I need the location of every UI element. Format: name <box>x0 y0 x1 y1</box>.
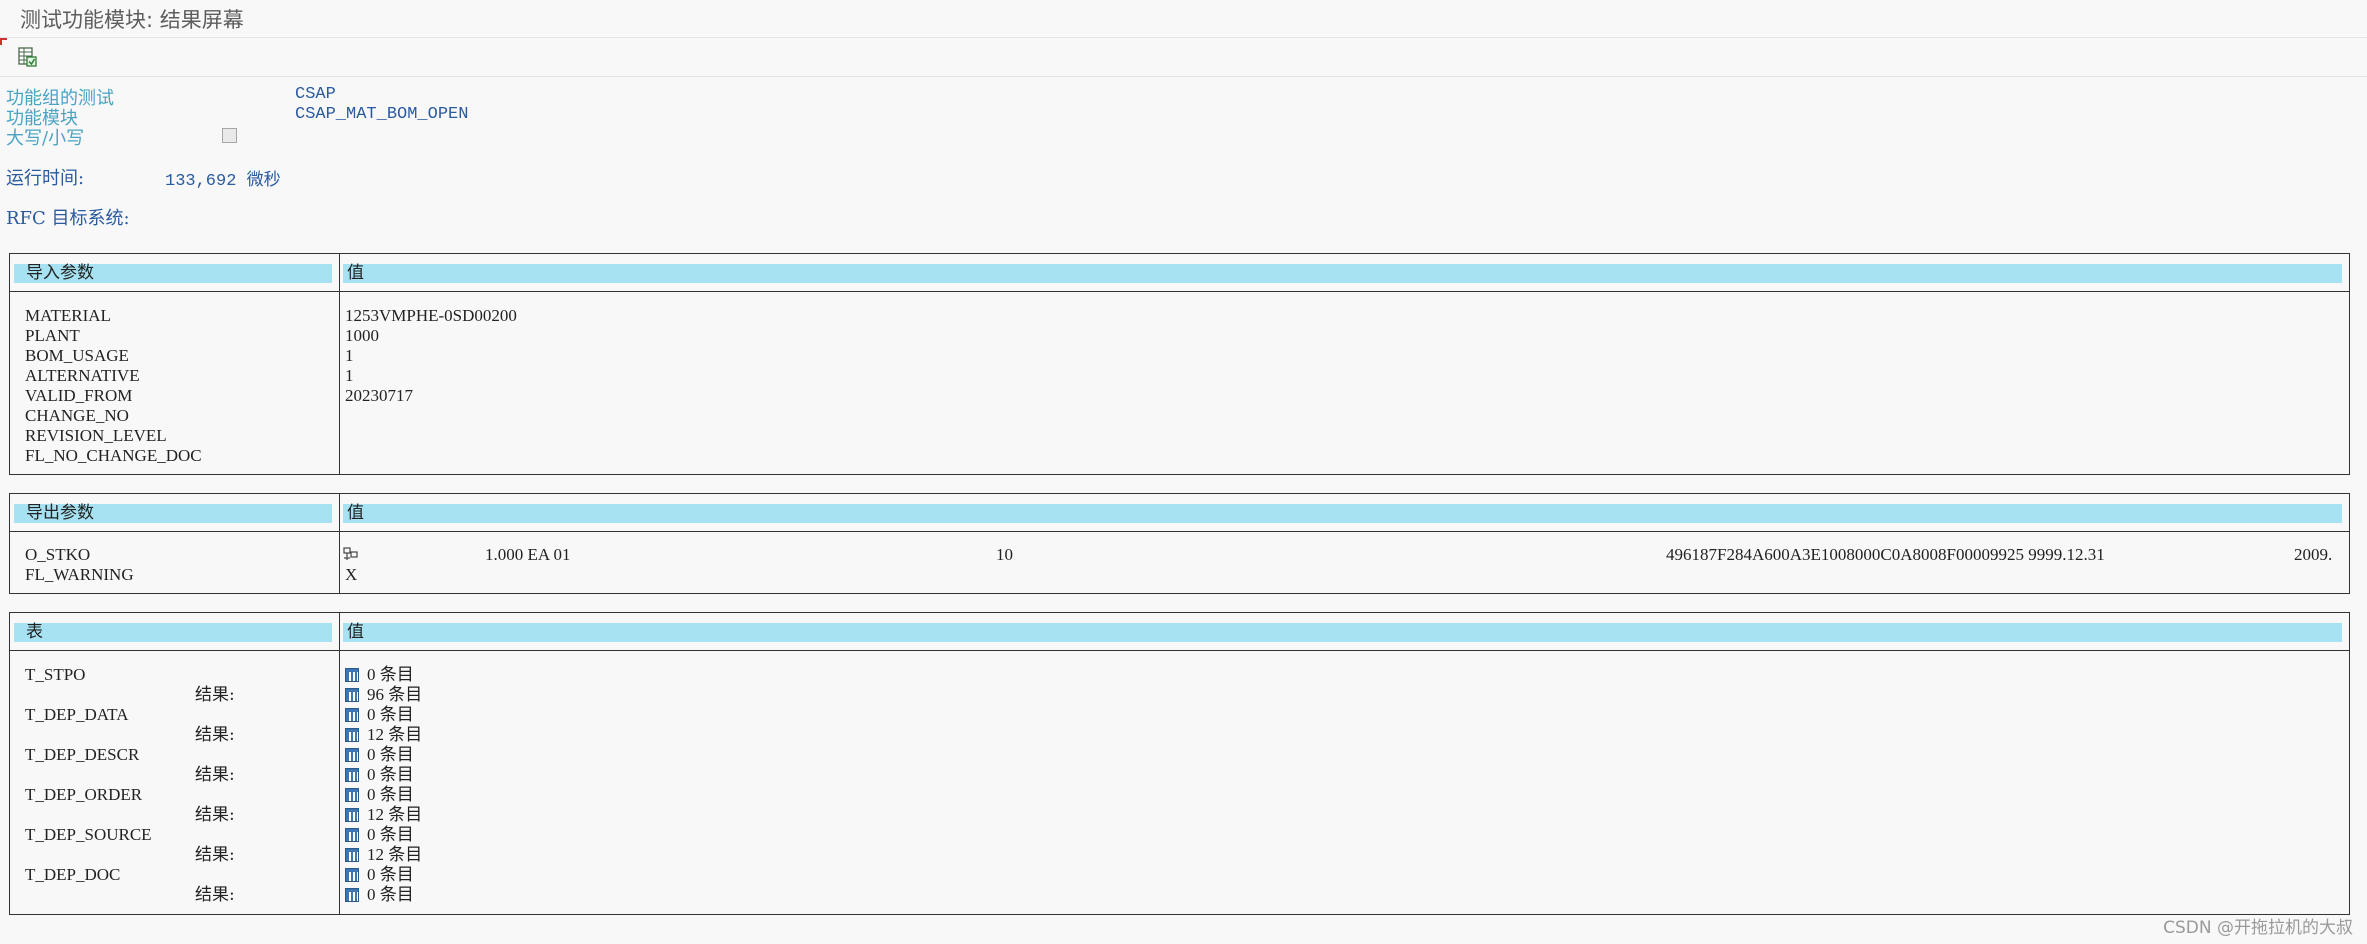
param-name: ALTERNATIVE <box>25 366 140 385</box>
table-entry-after[interactable]: 12 条目 <box>345 725 422 745</box>
param-name: PLANT <box>25 326 80 345</box>
table-icon[interactable] <box>345 728 359 742</box>
table-entry-before[interactable]: 0 条目 <box>345 865 414 885</box>
table-icon[interactable] <box>345 748 359 762</box>
corner-marker <box>0 38 7 45</box>
spreadsheet-view-icon[interactable] <box>16 46 38 68</box>
case-sensitivity-label: 大写/小写 <box>6 128 85 149</box>
toolbar <box>0 38 2367 77</box>
table-entry-after[interactable]: 12 条目 <box>345 805 422 825</box>
entry-count: 0 条目 <box>367 885 414 904</box>
param-value[interactable]: 1 <box>345 366 354 386</box>
result-label: 结果: <box>195 845 235 865</box>
export-params-header-label: 导出参数 <box>14 504 332 523</box>
result-label: 结果: <box>195 725 235 745</box>
table-entry-after[interactable]: 0 条目 <box>345 885 414 905</box>
entry-count: 12 条目 <box>367 725 423 744</box>
structure-icon[interactable] <box>343 546 359 562</box>
table-icon[interactable] <box>345 768 359 782</box>
export-params-header: 导出参数 值 <box>10 494 2349 532</box>
stko-value-qty[interactable]: 1.000 EA 01 <box>485 545 570 565</box>
function-module-value: CSAP_MAT_BOM_OPEN <box>295 105 469 124</box>
table-entry-before[interactable]: 0 条目 <box>345 705 414 725</box>
rfc-target-label: RFC 目标系统: <box>6 208 130 229</box>
stko-value-date[interactable]: 2009. <box>2294 545 2332 565</box>
entry-count: 0 条目 <box>367 865 414 884</box>
param-value[interactable]: 20230717 <box>345 386 413 406</box>
runtime-label: 运行时间: <box>6 168 85 189</box>
entry-count: 12 条目 <box>367 845 423 864</box>
import-params-value-header: 值 <box>343 264 2342 283</box>
param-name: BOM_USAGE <box>25 346 129 365</box>
param-name: FL_WARNING <box>25 565 134 584</box>
export-params-value-header: 值 <box>343 504 2342 523</box>
param-value[interactable]: 1253VMPHE-0SD00200 <box>345 306 517 326</box>
entry-count: 12 条目 <box>367 805 423 824</box>
column-divider <box>339 613 340 914</box>
result-label: 结果: <box>195 805 235 825</box>
param-name: VALID_FROM <box>25 386 133 405</box>
table-name: T_DEP_DOC <box>25 865 121 884</box>
table-entry-before[interactable]: 0 条目 <box>345 665 414 685</box>
table-icon[interactable] <box>345 848 359 862</box>
table-name: T_DEP_SOURCE <box>25 825 152 844</box>
stko-value-guid[interactable]: 496187F284A600A3E1008000C0A8008F00009925… <box>1666 545 2105 565</box>
export-params-panel: 导出参数 值 O_STKO 1.000 EA 01 10 496187F284A… <box>9 493 2350 594</box>
tables-header: 表 值 <box>10 613 2349 651</box>
table-entry-before[interactable]: 0 条目 <box>345 745 414 765</box>
watermark: CSDN @开拖拉机的大叔 <box>2163 918 2353 938</box>
result-label: 结果: <box>195 765 235 785</box>
table-icon[interactable] <box>345 888 359 902</box>
table-entry-after[interactable]: 96 条目 <box>345 685 422 705</box>
table-icon[interactable] <box>345 688 359 702</box>
table-name: T_STPO <box>25 665 86 684</box>
result-label: 结果: <box>195 685 235 705</box>
table-icon[interactable] <box>345 808 359 822</box>
column-divider <box>339 494 340 593</box>
param-name: REVISION_LEVEL <box>25 426 167 445</box>
table-icon[interactable] <box>345 828 359 842</box>
table-icon[interactable] <box>345 788 359 802</box>
table-name: T_DEP_DESCR <box>25 745 140 764</box>
table-icon[interactable] <box>345 868 359 882</box>
table-entry-before[interactable]: 0 条目 <box>345 825 414 845</box>
tables-panel: 表 值 T_STPO 0 条目 结果: 96 条目 T_DEP_DATA 0 条… <box>9 612 2350 915</box>
table-name: T_DEP_DATA <box>25 705 129 724</box>
window-title: 测试功能模块: 结果屏幕 <box>20 8 244 32</box>
entry-count: 96 条目 <box>367 685 423 704</box>
param-name: MATERIAL <box>25 306 111 325</box>
tables-header-label: 表 <box>14 623 332 642</box>
tables-value-header: 值 <box>343 623 2342 642</box>
import-params-panel: 导入参数 值 MATERIAL 1253VMPHE-0SD00200 PLANT… <box>9 253 2350 475</box>
table-entry-after[interactable]: 12 条目 <box>345 845 422 865</box>
import-params-header: 导入参数 值 <box>10 254 2349 292</box>
param-name: CHANGE_NO <box>25 406 129 425</box>
runtime-value: 133,692 微秒 <box>165 172 281 191</box>
entry-count: 0 条目 <box>367 745 414 764</box>
column-divider <box>339 254 340 474</box>
param-value[interactable]: X <box>345 565 357 585</box>
param-value[interactable]: 1 <box>345 346 354 366</box>
stko-value-status[interactable]: 10 <box>996 545 1013 565</box>
case-sensitivity-checkbox[interactable] <box>222 128 237 143</box>
result-label: 结果: <box>195 885 235 905</box>
function-group-value: CSAP <box>295 85 336 104</box>
entry-count: 0 条目 <box>367 825 414 844</box>
entry-count: 0 条目 <box>367 705 414 724</box>
table-entry-before[interactable]: 0 条目 <box>345 785 414 805</box>
entry-count: 0 条目 <box>367 785 414 804</box>
table-icon[interactable] <box>345 708 359 722</box>
entry-count: 0 条目 <box>367 665 414 684</box>
table-icon[interactable] <box>345 668 359 682</box>
import-params-header-label: 导入参数 <box>14 264 332 283</box>
table-name: T_DEP_ORDER <box>25 785 143 804</box>
param-name: O_STKO <box>25 545 91 564</box>
table-entry-after[interactable]: 0 条目 <box>345 765 414 785</box>
param-name: FL_NO_CHANGE_DOC <box>25 446 202 465</box>
title-bar: 测试功能模块: 结果屏幕 <box>0 0 2367 38</box>
param-value[interactable]: 1000 <box>345 326 379 346</box>
entry-count: 0 条目 <box>367 765 414 784</box>
